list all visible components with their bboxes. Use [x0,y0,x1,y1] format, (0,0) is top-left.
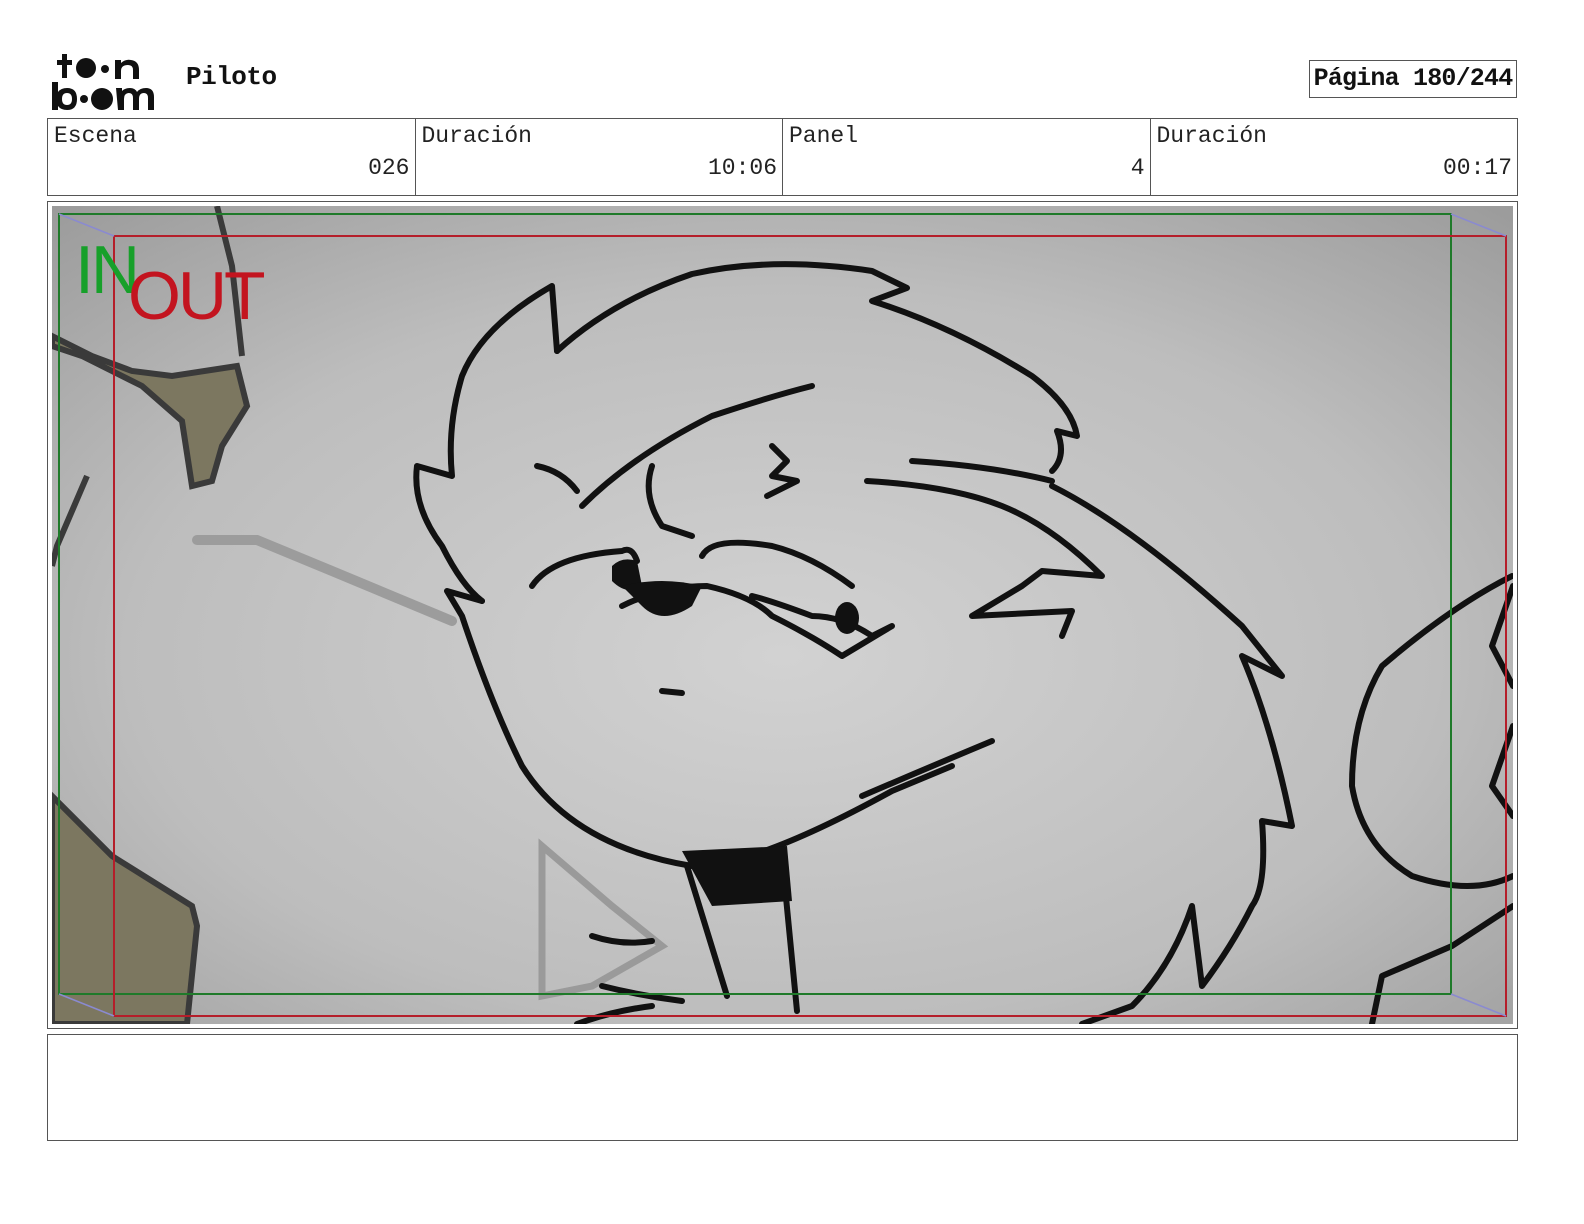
panel-duration-label: Duración [1156,123,1267,149]
scene-label: Escena [54,123,137,149]
scene-value: 026 [368,155,410,181]
page-indicator: Página 180/244 [1309,60,1517,98]
panel-label: Panel [789,123,859,149]
panel-sketch [52,206,1513,1024]
out-marker-label: OUT [128,258,266,334]
panel-value: 4 [1130,155,1145,181]
scene-cell: Escena 026 [48,119,416,195]
toon-boom-logo [52,52,164,112]
panel-duration-value: 00:17 [1442,155,1512,181]
scene-duration-value: 10:06 [707,155,777,181]
panel-duration-cell: Duración 00:17 [1151,119,1518,195]
project-title: Piloto [186,62,277,92]
storyboard-panel-drawing [52,206,1513,1024]
panel-notes-box[interactable] [47,1034,1518,1141]
scene-duration-label: Duración [421,123,532,149]
scene-info-row: Escena 026 Duración 10:06 Panel 4 Duraci… [47,118,1518,196]
logo-mark [52,54,154,110]
panel-cell: Panel 4 [783,119,1151,195]
scene-duration-cell: Duración 10:06 [416,119,783,195]
